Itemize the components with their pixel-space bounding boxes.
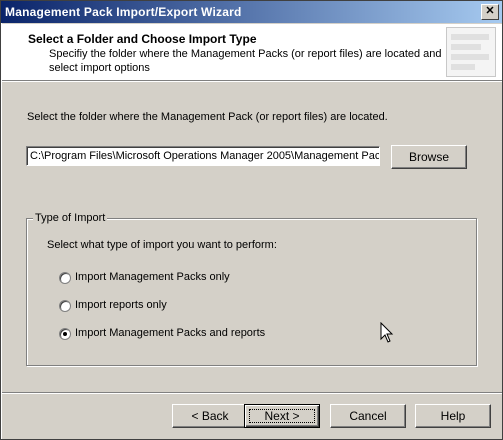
radio-button[interactable] bbox=[59, 272, 71, 284]
page-title: Select a Folder and Choose Import Type bbox=[28, 32, 257, 46]
browse-button-label: Browse bbox=[408, 150, 449, 164]
help-button[interactable]: Help bbox=[415, 404, 491, 428]
import-type-legend: Type of Import bbox=[33, 212, 108, 224]
wizard-header: Select a Folder and Choose Import Type S… bbox=[2, 24, 502, 80]
radio-label: Import reports only bbox=[75, 299, 167, 311]
title-bar[interactable]: Management Pack Import/Export Wizard ✕ bbox=[1, 1, 502, 23]
wizard-logo-icon bbox=[446, 27, 496, 77]
cancel-button[interactable]: Cancel bbox=[330, 404, 406, 428]
radio-button[interactable] bbox=[59, 300, 71, 312]
radio-label: Import Management Packs and reports bbox=[75, 327, 266, 339]
radio-label: Import Management Packs only bbox=[75, 271, 230, 283]
back-button-label: < Back bbox=[191, 409, 229, 423]
page-description: Specifiy the folder where the Management… bbox=[49, 48, 442, 74]
footer-divider-highlight bbox=[2, 393, 502, 394]
mouse-pointer-icon bbox=[380, 322, 394, 343]
wizard-window: Management Pack Import/Export Wizard ✕ S… bbox=[0, 0, 503, 440]
close-button[interactable]: ✕ bbox=[481, 4, 499, 20]
next-button-label: Next > bbox=[264, 409, 300, 423]
cancel-button-label: Cancel bbox=[349, 409, 387, 423]
folder-label: Select the folder where the Management P… bbox=[27, 111, 388, 123]
window-title: Management Pack Import/Export Wizard bbox=[5, 5, 242, 19]
back-button[interactable]: < Back bbox=[172, 404, 248, 428]
import-type-description: Select what type of import you want to p… bbox=[47, 239, 277, 251]
header-divider-highlight bbox=[2, 81, 502, 82]
radio-dot-icon bbox=[63, 332, 67, 336]
folder-path-input[interactable]: C:\Program Files\Microsoft Operations Ma… bbox=[26, 146, 380, 166]
browse-button[interactable]: Browse bbox=[391, 145, 467, 169]
close-icon: ✕ bbox=[485, 5, 495, 17]
radio-button-selected[interactable] bbox=[59, 328, 71, 340]
next-button[interactable]: Next > bbox=[244, 404, 320, 428]
help-button-label: Help bbox=[440, 409, 466, 423]
